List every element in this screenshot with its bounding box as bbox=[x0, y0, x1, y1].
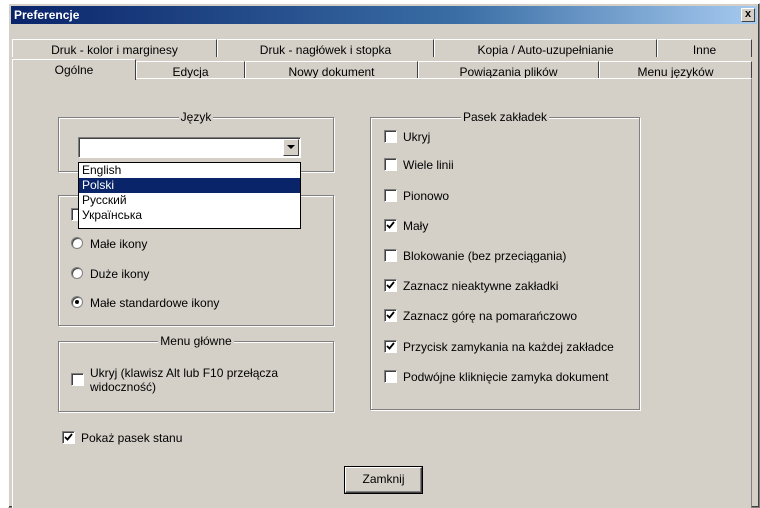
radio-small-standard-icons[interactable] bbox=[71, 296, 83, 308]
checkbox[interactable] bbox=[384, 370, 397, 383]
checkbox[interactable] bbox=[384, 249, 397, 262]
tab-other[interactable]: Inne bbox=[657, 39, 752, 57]
checkbox[interactable] bbox=[384, 158, 397, 171]
language-select[interactable] bbox=[78, 137, 301, 158]
close-button[interactable]: Zamknij bbox=[345, 467, 422, 493]
checkbox[interactable] bbox=[384, 340, 397, 353]
checkbox[interactable] bbox=[62, 431, 75, 444]
checkbox[interactable] bbox=[384, 219, 397, 232]
checkbox[interactable] bbox=[384, 130, 397, 143]
tab-print-color-margins[interactable]: Druk - kolor i marginesy bbox=[12, 39, 217, 57]
checkbox[interactable] bbox=[384, 309, 397, 322]
radio-large-icons[interactable] bbox=[71, 267, 83, 279]
radio-small-icons[interactable] bbox=[71, 237, 83, 249]
dropdown-button[interactable] bbox=[283, 139, 299, 156]
checkbox[interactable] bbox=[384, 279, 397, 292]
main-menu-group-title: Menu główne bbox=[158, 334, 234, 348]
checkmark-icon bbox=[386, 342, 395, 350]
language-option-russian[interactable]: Русский bbox=[79, 193, 300, 208]
chevron-down-icon bbox=[287, 145, 295, 149]
checkbox[interactable] bbox=[384, 189, 397, 202]
tab-bar-group-title: Pasek zakładek bbox=[460, 110, 550, 124]
language-option-ukrainian[interactable]: Українська bbox=[79, 208, 300, 223]
language-dropdown-list: English Polski Русский Українська bbox=[78, 162, 301, 229]
language-group-title: Język bbox=[178, 110, 214, 124]
tab-new-document[interactable]: Nowy dokument bbox=[245, 61, 418, 79]
tabbar-double-click-option[interactable]: Podwójne kliknięcie zamyka dokument bbox=[384, 369, 639, 385]
tab-edit[interactable]: Edycja bbox=[136, 61, 245, 79]
window-title: Preferencje bbox=[14, 8, 80, 22]
language-option-english[interactable]: English bbox=[79, 163, 300, 178]
checkbox[interactable] bbox=[71, 373, 84, 386]
language-option-polish[interactable]: Polski bbox=[79, 178, 300, 193]
tabbar-close-button-option[interactable]: Przycisk zamykania na każdej zakładce bbox=[384, 339, 639, 355]
tab-language-menu[interactable]: Menu języków bbox=[599, 61, 752, 79]
tab-print-header-footer[interactable]: Druk - nagłówek i stopka bbox=[217, 39, 434, 57]
tab-general[interactable]: Ogólne bbox=[12, 59, 136, 80]
tab-backup-autocomplete[interactable]: Kopia / Auto-uzupełnianie bbox=[434, 39, 657, 57]
checkmark-icon bbox=[64, 433, 73, 441]
checkmark-icon bbox=[386, 221, 395, 229]
checkmark-icon bbox=[386, 311, 395, 319]
tab-file-associations[interactable]: Powiązania plików bbox=[418, 61, 599, 79]
close-icon[interactable]: x bbox=[741, 8, 755, 22]
checkmark-icon bbox=[386, 281, 395, 289]
title-bar[interactable]: Preferencje x bbox=[11, 6, 757, 24]
